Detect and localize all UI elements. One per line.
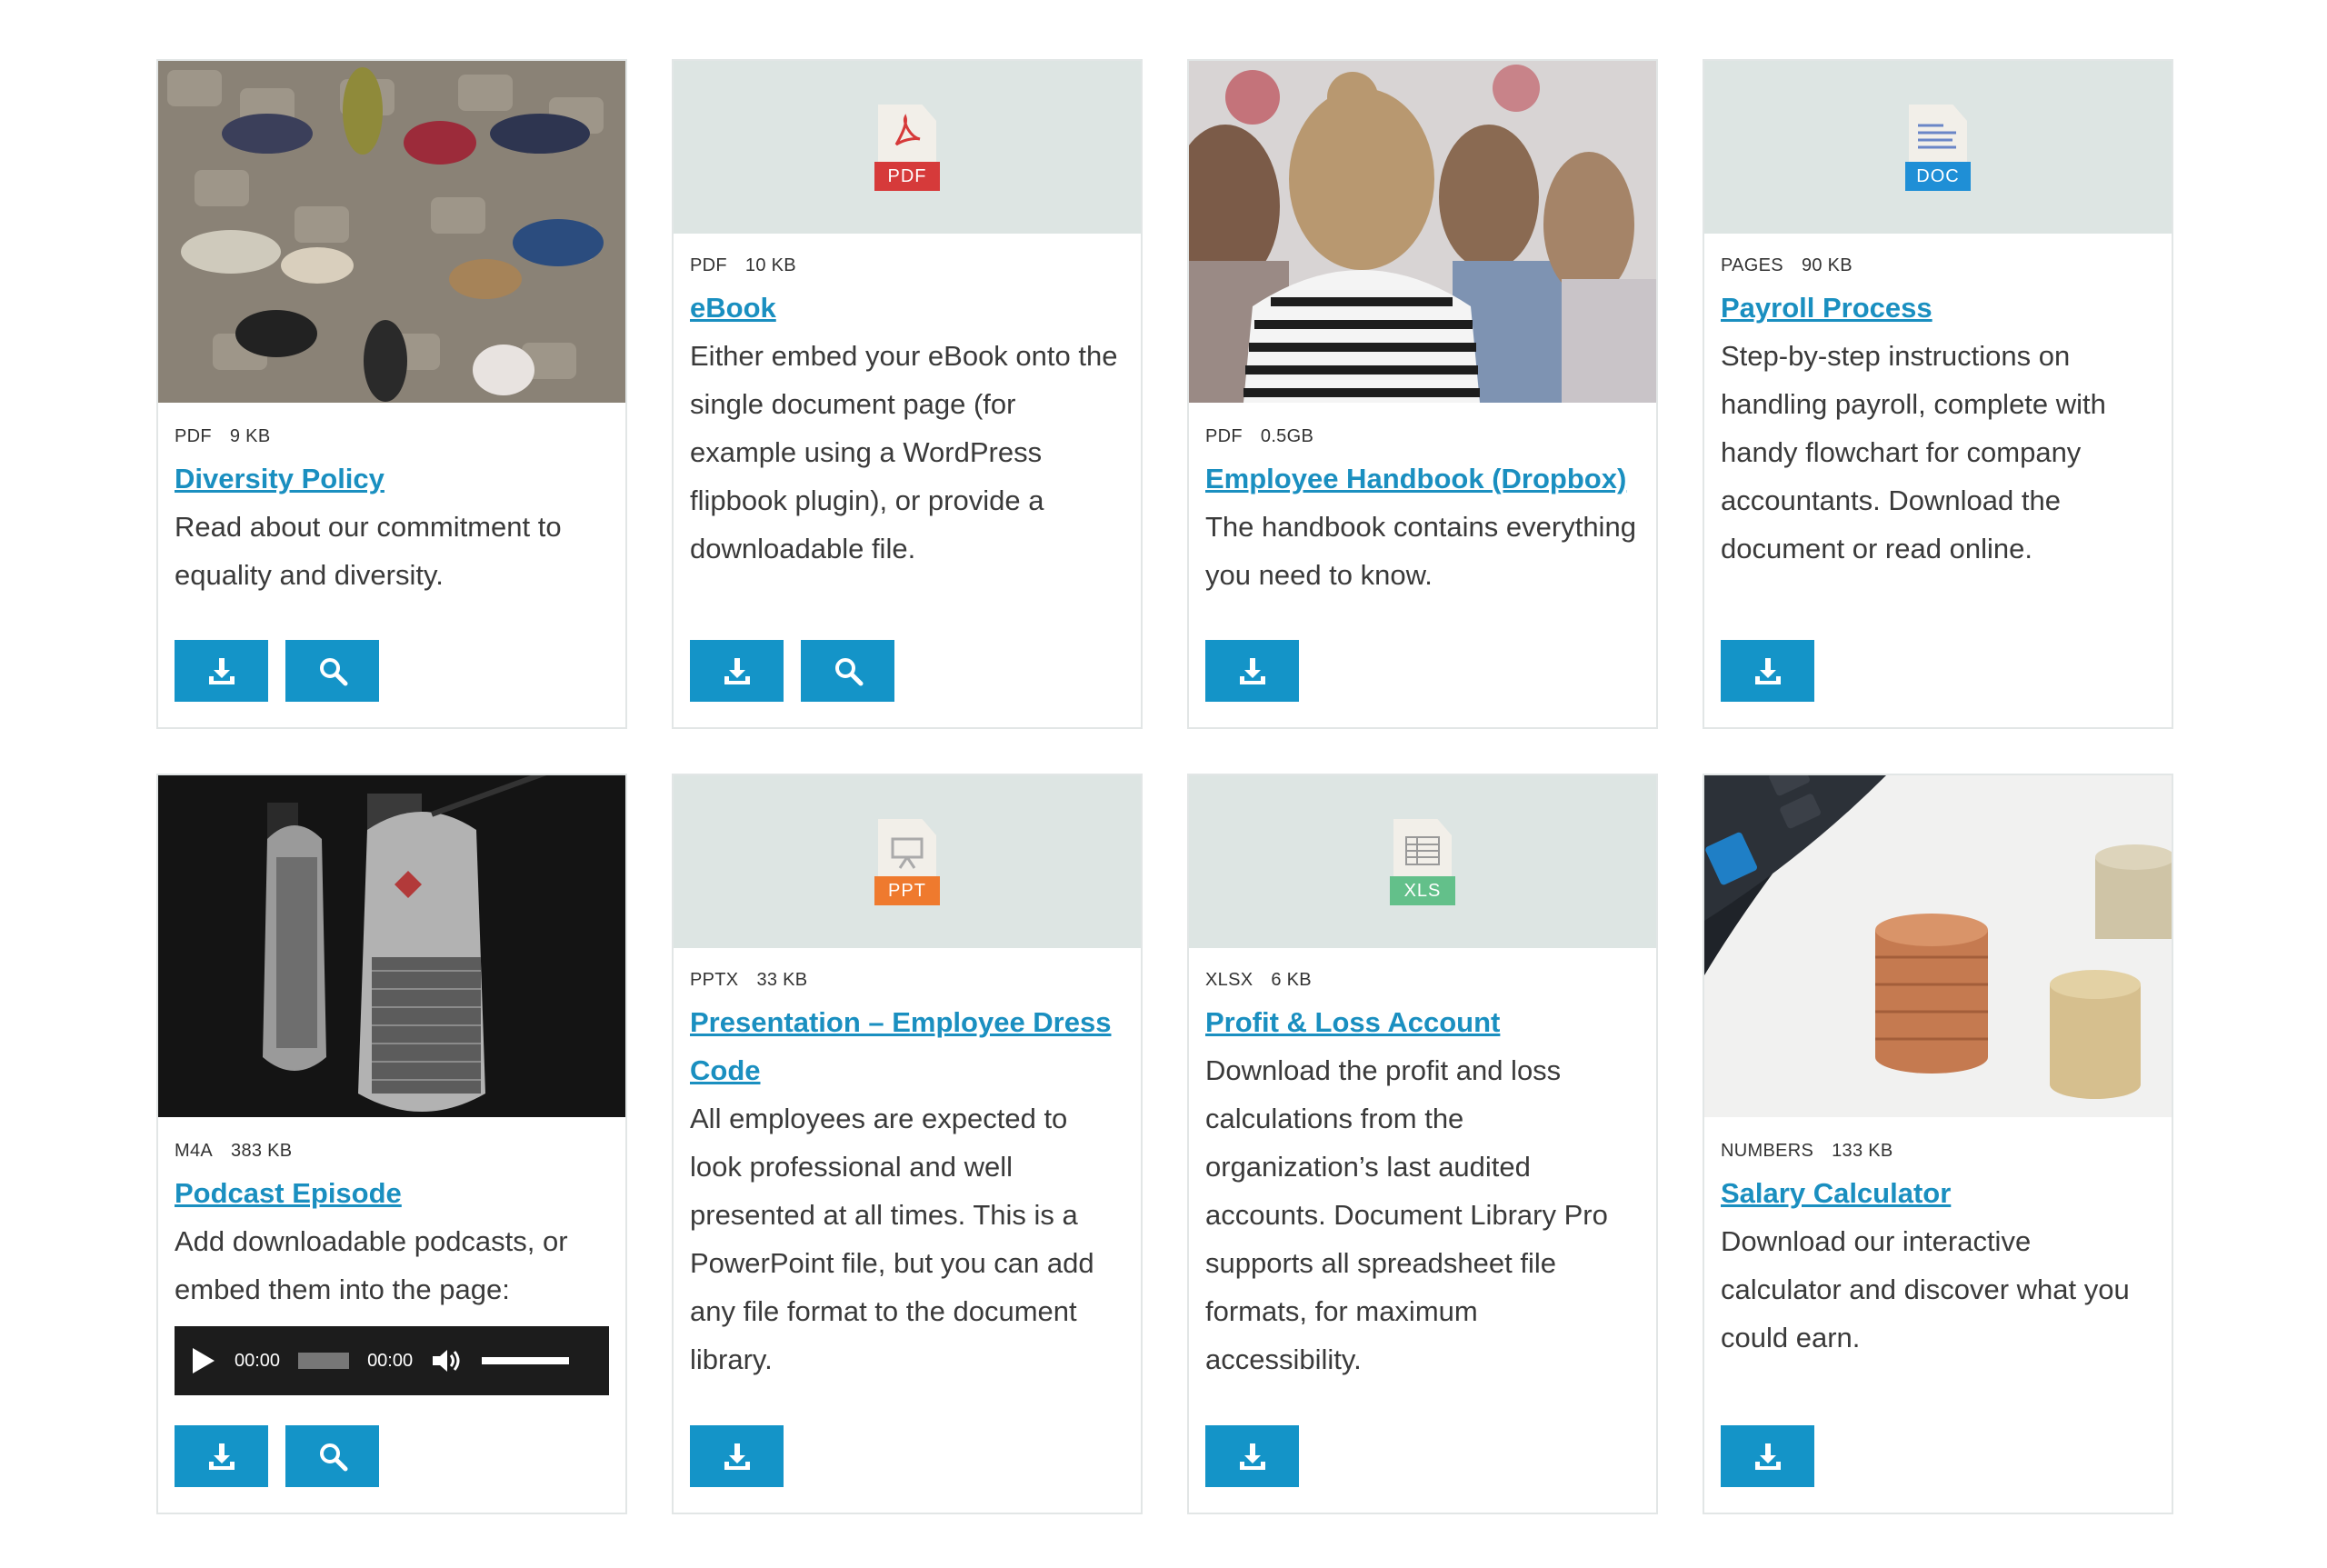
document-description: All employees are expected to look profe… [690, 1103, 1094, 1375]
document-description: Step-by-step instructions on handling pa… [1721, 340, 2106, 564]
document-card: PPT PPTX 33 KB Presentation – Employee D… [672, 774, 1143, 1514]
document-description: Either embed your eBook onto the single … [690, 340, 1118, 564]
play-icon[interactable] [191, 1347, 216, 1374]
download-icon [208, 658, 235, 684]
file-size: 133 KB [1832, 1141, 1893, 1161]
file-meta: NUMBERS 133 KB [1721, 1141, 2155, 1162]
file-meta: PDF 10 KB [690, 255, 1124, 276]
file-size: 10 KB [744, 255, 796, 275]
file-type: PDF [1205, 426, 1243, 446]
download-icon [1239, 658, 1265, 684]
download-button[interactable] [690, 1425, 784, 1487]
audio-duration: 00:00 [367, 1350, 414, 1371]
document-card: NUMBERS 133 KB Salary Calculator Downloa… [1703, 774, 2173, 1514]
download-icon [1754, 658, 1781, 684]
thumbnail-image[interactable] [1189, 61, 1656, 403]
action-buttons [175, 1425, 379, 1487]
document-card: M4A 383 KB Podcast Episode Add downloada… [156, 774, 627, 1514]
action-buttons [1205, 1425, 1299, 1487]
action-buttons [690, 640, 894, 702]
download-button[interactable] [175, 1425, 268, 1487]
file-meta: PDF 9 KB [175, 426, 609, 447]
file-type: PDF [175, 426, 212, 446]
download-icon [1239, 1443, 1265, 1470]
document-description: Read about our commitment to equality an… [175, 511, 562, 591]
document-grid: PDF 9 KB Diversity Policy Read about our… [156, 59, 2174, 1514]
download-icon [724, 1443, 750, 1470]
preview-button[interactable] [801, 640, 894, 702]
file-meta: PPTX 33 KB [690, 970, 1124, 991]
document-card: DOC PAGES 90 KB Payroll Process Step-by-… [1703, 59, 2173, 729]
file-type: PPTX [690, 970, 739, 990]
download-button[interactable] [175, 640, 268, 702]
action-buttons [1205, 640, 1299, 702]
document-card: PDF 9 KB Diversity Policy Read about our… [156, 59, 627, 729]
file-type: M4A [175, 1141, 214, 1161]
search-icon [834, 658, 863, 686]
document-card: XLS XLSX 6 KB Profit & Loss Account Down… [1187, 774, 1658, 1514]
action-buttons [690, 1425, 784, 1487]
document-title-link[interactable]: Podcast Episode [175, 1169, 609, 1217]
thumbnail-image[interactable] [1704, 775, 2172, 1117]
audio-current-time: 00:00 [235, 1350, 281, 1371]
document-description: Download the profit and loss calculation… [1205, 1054, 1608, 1375]
file-type: XLSX [1205, 970, 1253, 990]
document-description: Download our interactive calculator and … [1721, 1225, 2130, 1353]
preview-button[interactable] [285, 640, 379, 702]
download-icon [208, 1443, 235, 1470]
download-button[interactable] [1205, 1425, 1299, 1487]
search-icon [319, 658, 347, 686]
document-title-link[interactable]: Presentation – Employee Dress Code [690, 998, 1124, 1094]
ppt-file-icon: PPT [874, 818, 940, 905]
download-button[interactable] [1721, 1425, 1814, 1487]
thumbnail-image[interactable] [158, 775, 625, 1117]
file-type: PAGES [1721, 255, 1783, 275]
volume-slider[interactable] [482, 1357, 570, 1364]
document-title-link[interactable]: Salary Calculator [1721, 1169, 2155, 1217]
xls-file-icon: XLS [1390, 818, 1455, 905]
file-size: 6 KB [1271, 970, 1312, 990]
document-description: The handbook contains everything you nee… [1205, 511, 1636, 591]
download-icon [724, 658, 750, 684]
document-card: PDF PDF 10 KB eBook Either embed your eB… [672, 59, 1143, 729]
thumbnail-image[interactable] [158, 61, 625, 403]
pdf-file-icon: PDF [874, 104, 940, 191]
file-icon-area[interactable]: PPT [674, 775, 1141, 948]
download-button[interactable] [690, 640, 784, 702]
document-description: Add downloadable podcasts, or embed them… [175, 1225, 568, 1305]
document-title-link[interactable]: eBook [690, 284, 1124, 332]
audio-player: 00:00 00:00 [175, 1326, 609, 1395]
file-icon-area[interactable]: XLS [1189, 775, 1656, 948]
document-title-link[interactable]: Diversity Policy [175, 454, 609, 503]
action-buttons [175, 640, 379, 702]
doc-file-icon: DOC [1905, 104, 1971, 191]
file-meta: PDF 0.5GB [1205, 426, 1640, 447]
document-card: PDF 0.5GB Employee Handbook (Dropbox) Th… [1187, 59, 1658, 729]
document-title-link[interactable]: Payroll Process [1721, 284, 2155, 332]
download-icon [1754, 1443, 1781, 1470]
volume-icon[interactable] [431, 1347, 464, 1374]
file-size: 33 KB [756, 970, 808, 990]
action-buttons [1721, 1425, 1814, 1487]
preview-button[interactable] [285, 1425, 379, 1487]
action-buttons [1721, 640, 1814, 702]
file-type: PDF [690, 255, 727, 275]
file-icon-area[interactable]: PDF [674, 61, 1141, 234]
file-size: 0.5GB [1260, 426, 1314, 446]
document-title-link[interactable]: Profit & Loss Account [1205, 998, 1640, 1046]
file-size: 90 KB [1801, 255, 1853, 275]
audio-progress-track[interactable] [298, 1353, 350, 1369]
file-meta: XLSX 6 KB [1205, 970, 1640, 991]
download-button[interactable] [1205, 640, 1299, 702]
file-meta: M4A 383 KB [175, 1141, 609, 1162]
file-type: NUMBERS [1721, 1141, 1814, 1161]
file-size: 383 KB [231, 1141, 293, 1161]
download-button[interactable] [1721, 640, 1814, 702]
file-icon-area[interactable]: DOC [1704, 61, 2172, 234]
file-meta: PAGES 90 KB [1721, 255, 2155, 276]
search-icon [319, 1443, 347, 1472]
file-size: 9 KB [229, 426, 271, 446]
document-title-link[interactable]: Employee Handbook (Dropbox) [1205, 454, 1640, 503]
